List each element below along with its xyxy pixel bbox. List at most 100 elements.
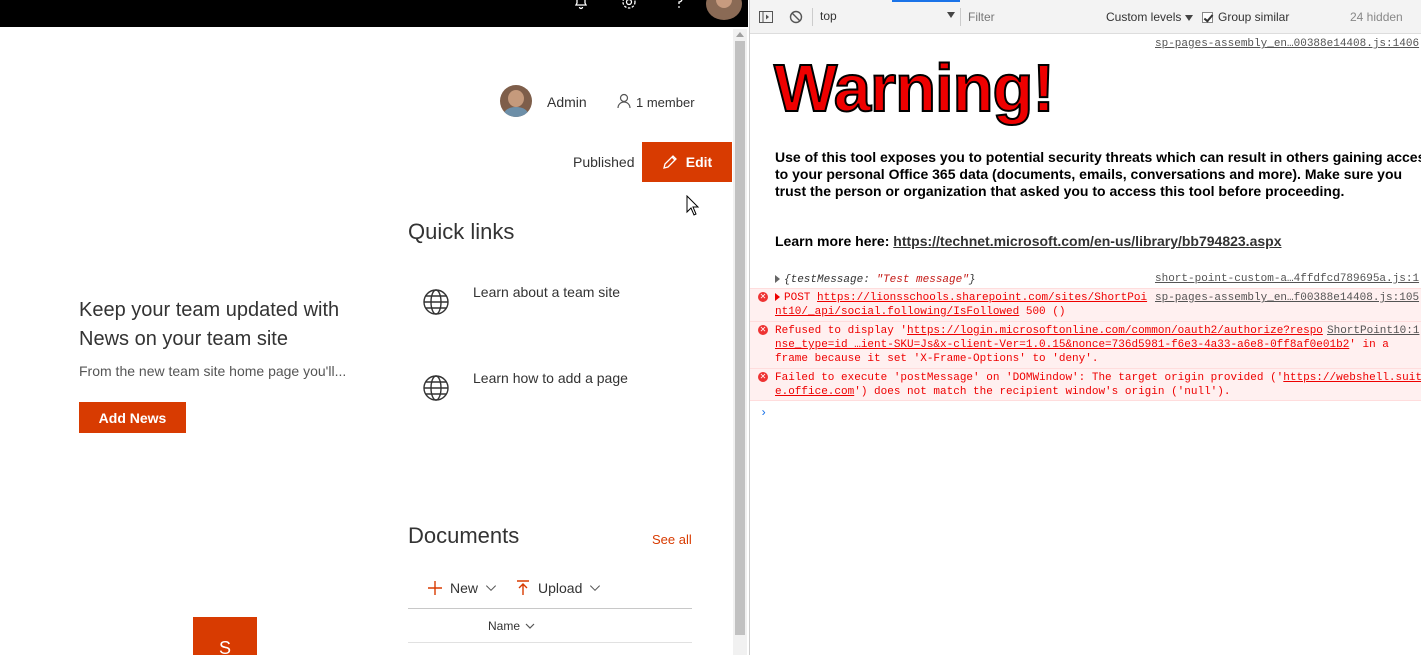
quick-link-item[interactable]: Learn about a team site — [422, 284, 682, 324]
error-url[interactable]: nse_type=id …ient-SKU=Js&x-client-Ver=1.… — [775, 339, 1349, 351]
error-message: nse_type=id …ient-SKU=Js&x-client-Ver=1.… — [775, 338, 1389, 352]
console-error-row[interactable]: ✕ Refused to display 'https://login.micr… — [750, 321, 1421, 368]
learn-more-line: Learn more here: https://technet.microso… — [775, 233, 1282, 249]
scroll-up-arrow-icon[interactable] — [736, 32, 744, 37]
chevron-down-icon — [590, 585, 601, 592]
checkbox-checked-icon[interactable] — [1202, 11, 1213, 23]
divider — [408, 608, 692, 609]
upload-button[interactable]: Upload — [514, 578, 602, 598]
suite-bar — [0, 0, 748, 27]
quick-link-label[interactable]: Learn how to add a page — [473, 370, 628, 386]
error-url[interactable]: e.office.com — [775, 386, 854, 398]
log-source-link[interactable]: short-point-custom-a…4ffdfcd789695a.js:1 — [1155, 273, 1419, 285]
warning-heading: Warning! — [773, 50, 1056, 127]
name-column-label: Name — [488, 619, 521, 633]
error-message: Failed to execute 'postMessage' on 'DOMW… — [775, 371, 1421, 385]
news-description: From the new team site home page you'll.… — [79, 363, 347, 379]
error-message: e.office.com') does not match the recipi… — [775, 385, 1230, 399]
group-similar-label: Group similar — [1218, 10, 1290, 24]
error-icon: ✕ — [758, 325, 768, 335]
add-news-button[interactable]: Add News — [79, 402, 186, 433]
group-similar-checkbox[interactable]: Group similar — [1202, 10, 1289, 24]
error-text: Failed to execute 'postMessage' on 'DOMW… — [775, 372, 1284, 384]
settings-gear-icon[interactable] — [621, 0, 637, 10]
log-levels-select[interactable]: Custom levels — [1106, 10, 1194, 24]
error-text: ') does not match the recipient window's… — [854, 386, 1231, 398]
site-owner-avatar[interactable] — [500, 85, 532, 117]
learn-more-link[interactable]: https://technet.microsoft.com/en-us/libr… — [893, 233, 1281, 249]
hidden-messages-count: 24 hidden — [1350, 10, 1403, 24]
error-text: POST — [784, 292, 818, 304]
active-tab-indicator — [892, 0, 960, 2]
sidebar-toggle-icon[interactable] — [759, 11, 773, 23]
news-heading: Keep your team updated with News on your… — [79, 299, 340, 350]
chevron-down-icon — [485, 585, 497, 592]
edit-label: Edit — [685, 154, 713, 170]
documents-heading: Documents — [408, 523, 520, 548]
log-object-text: } — [968, 274, 976, 286]
help-icon[interactable] — [671, 0, 687, 10]
mouse-pointer-icon — [686, 195, 700, 216]
console-toolbar: top Custom levels Group similar 24 hidde… — [750, 0, 1421, 34]
site-logo-tile[interactable]: S — [193, 617, 257, 655]
error-message: nt10/_api/social.following/IsFollowed 50… — [775, 305, 1065, 319]
error-url[interactable]: https://webshell.suit — [1283, 372, 1421, 384]
error-text: Refused to display ' — [775, 325, 908, 337]
member-count[interactable]: 1 member — [636, 95, 695, 110]
context-value: top — [820, 9, 837, 23]
log-string-value: "Test message" — [876, 274, 969, 286]
error-url[interactable]: https://login.microsoftonline.com/common… — [907, 325, 1323, 337]
expand-triangle-icon[interactable] — [775, 275, 780, 284]
console-filter-input[interactable] — [968, 8, 1088, 26]
error-message: frame because it set 'X-Frame-Options' t… — [775, 353, 1099, 365]
error-icon: ✕ — [758, 292, 768, 302]
execution-context-select[interactable]: top — [820, 9, 955, 25]
error-text: ' in a — [1349, 339, 1389, 351]
levels-label: Custom levels — [1106, 10, 1182, 24]
new-document-button[interactable]: New — [426, 578, 498, 598]
error-url[interactable]: https://lionsschools.sharepoint.com/site… — [817, 292, 1147, 304]
error-message: POST https://lionsschools.sharepoint.com… — [775, 291, 1147, 305]
warning-source-link[interactable]: sp-pages-assembly_en…00388e14408.js:1406 — [1155, 38, 1419, 50]
error-text: 500 () — [1019, 306, 1066, 318]
page-scrollbar[interactable] — [733, 29, 747, 655]
page-status: Published — [573, 154, 635, 170]
error-source-link[interactable]: ShortPoint10:1 — [1327, 325, 1420, 337]
edit-button[interactable]: Edit — [642, 142, 732, 182]
toolbar-separator — [812, 8, 813, 26]
globe-icon — [423, 375, 449, 401]
log-object-text: {testMessage: — [784, 274, 877, 286]
error-source-link[interactable]: sp-pages-assembly_en…f00388e14408.js:105 — [1155, 292, 1420, 304]
log-message[interactable]: {testMessage: "Test message"} — [775, 273, 975, 287]
warning-message: Use of this tool exposes you to potentia… — [775, 149, 1421, 199]
dropdown-arrow-icon — [947, 12, 955, 18]
quick-link-item[interactable]: Learn how to add a page — [422, 370, 682, 410]
error-message: Refused to display 'https://login.micros… — [775, 324, 1323, 338]
error-url[interactable]: nt10/_api/social.following/IsFollowed — [775, 306, 1019, 318]
see-all-link[interactable]: See all — [652, 532, 692, 547]
new-label: New — [450, 580, 479, 596]
pencil-icon — [662, 155, 677, 169]
divider — [408, 642, 692, 643]
member-person-icon[interactable] — [617, 93, 631, 109]
upload-arrow-icon — [517, 580, 529, 595]
clear-console-icon[interactable] — [789, 10, 803, 24]
globe-icon — [423, 289, 449, 315]
toolbar-separator — [960, 8, 961, 26]
site-owner-name[interactable]: Admin — [547, 94, 587, 110]
name-column-header[interactable]: Name — [488, 619, 536, 633]
devtools-console: top Custom levels Group similar 24 hidde… — [749, 0, 1421, 655]
console-prompt[interactable]: › — [760, 406, 767, 420]
notification-bell-icon[interactable] — [573, 0, 589, 10]
quick-link-label[interactable]: Learn about a team site — [473, 284, 620, 300]
error-icon: ✕ — [758, 372, 768, 382]
quick-links-heading: Quick links — [408, 219, 515, 244]
account-avatar[interactable] — [706, 0, 742, 20]
expand-triangle-icon[interactable] — [775, 293, 780, 302]
sharepoint-page: Admin 1 member Published Edit Keep your … — [0, 0, 748, 655]
plus-icon — [428, 581, 442, 595]
upload-label: Upload — [538, 580, 583, 596]
console-error-row[interactable]: ✕ Failed to execute 'postMessage' on 'DO… — [750, 368, 1421, 401]
scrollbar-thumb[interactable] — [735, 41, 745, 635]
learn-more-label: Learn more here: — [775, 233, 894, 249]
